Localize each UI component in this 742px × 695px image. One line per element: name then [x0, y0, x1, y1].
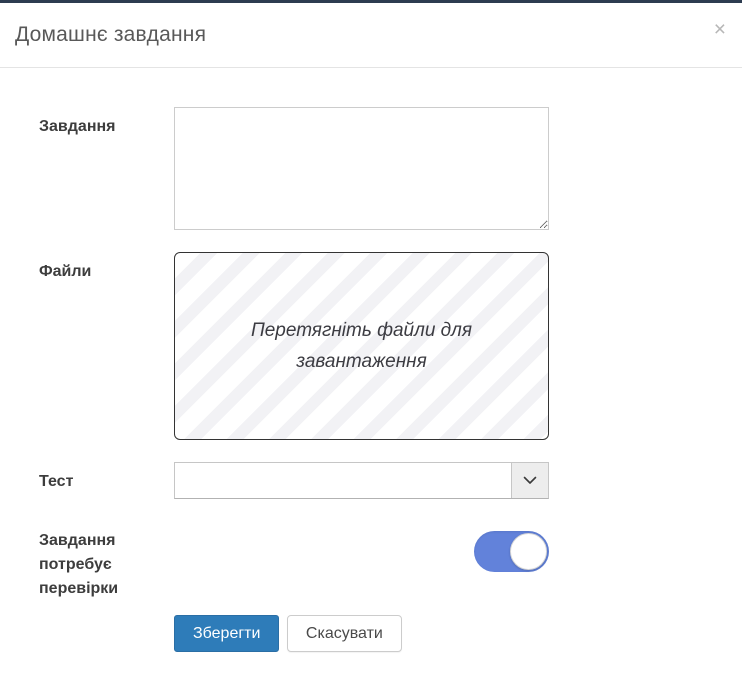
actions-row: Зберегти Скасувати — [0, 615, 742, 652]
file-dropzone[interactable]: Перетягніть файли для завантаження — [174, 252, 549, 440]
modal-body: Завдання Файли Перетягніть файли для зав… — [0, 68, 742, 652]
chevron-down-icon[interactable] — [511, 463, 548, 498]
toggle-knob — [510, 533, 547, 570]
task-label: Завдання — [0, 107, 174, 139]
actions-field: Зберегти Скасувати — [174, 615, 549, 652]
homework-modal: Домашнє завдання × Завдання Файли Перетя… — [0, 0, 742, 695]
test-select-value — [175, 463, 511, 498]
needs-check-field — [174, 521, 549, 572]
task-textarea[interactable] — [174, 107, 549, 230]
test-label: Тест — [0, 462, 174, 494]
needs-check-label: Завдання потребує перевірки — [0, 521, 174, 601]
files-label: Файли — [0, 252, 174, 284]
files-field: Перетягніть файли для завантаження — [174, 252, 549, 440]
cancel-button[interactable]: Скасувати — [287, 615, 402, 652]
task-row: Завдання — [0, 107, 742, 230]
modal-header: Домашнє завдання × — [0, 3, 742, 68]
test-field — [174, 462, 549, 499]
needs-check-toggle[interactable] — [474, 531, 549, 572]
modal-title: Домашнє завдання — [15, 23, 206, 47]
test-select[interactable] — [174, 462, 549, 499]
dropzone-hint: Перетягніть файли для завантаження — [212, 315, 512, 378]
close-icon[interactable]: × — [714, 19, 726, 40]
save-button[interactable]: Зберегти — [174, 615, 279, 652]
needs-check-row: Завдання потребує перевірки — [0, 521, 742, 601]
task-field — [174, 107, 549, 230]
test-row: Тест — [0, 462, 742, 499]
actions-spacer — [0, 615, 174, 623]
files-row: Файли Перетягніть файли для завантаження — [0, 252, 742, 440]
